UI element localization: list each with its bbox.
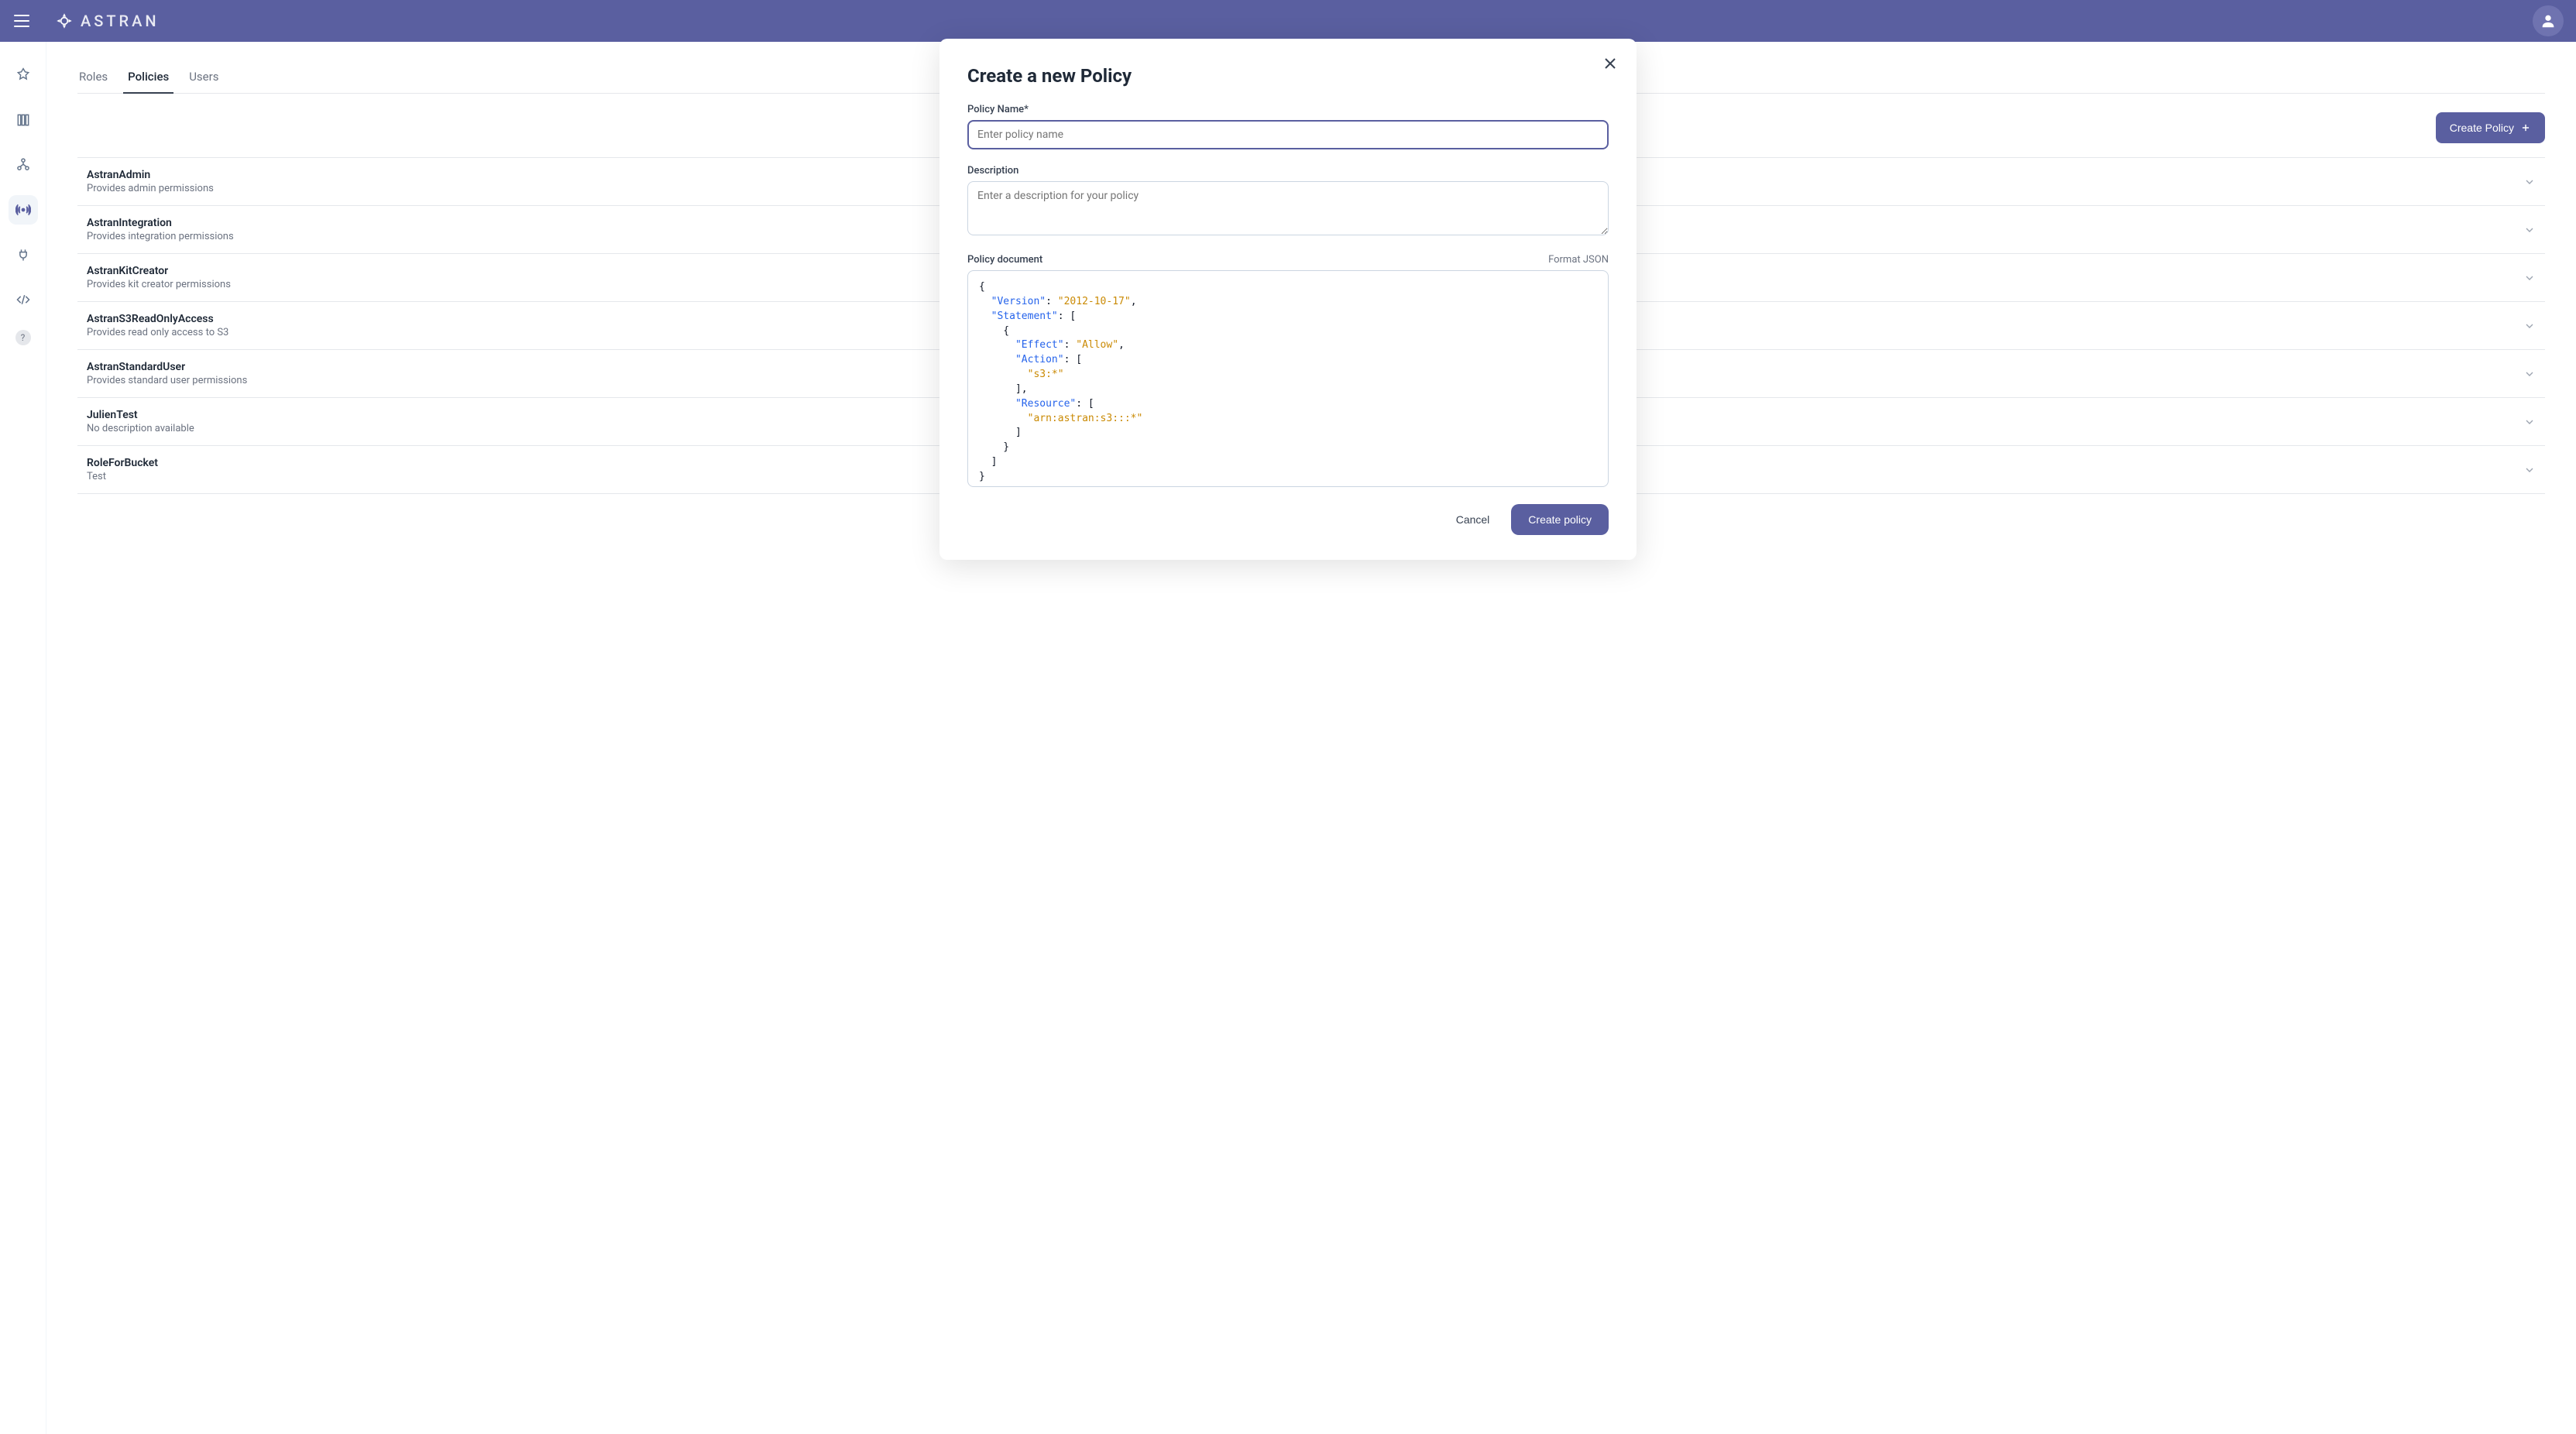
description-label: Description <box>967 165 1609 177</box>
close-icon[interactable] <box>1601 54 1619 73</box>
modal-title: Create a new Policy <box>967 65 1609 87</box>
create-policy-modal: Create a new Policy Policy Name* Descrip… <box>939 39 1637 560</box>
create-policy-submit-button[interactable]: Create policy <box>1511 504 1609 535</box>
cancel-button[interactable]: Cancel <box>1445 504 1501 535</box>
description-input[interactable] <box>967 181 1609 235</box>
policy-document-editor[interactable]: { "Version": "2012-10-17", "Statement": … <box>967 270 1609 487</box>
policy-document-label: Policy document <box>967 254 1042 266</box>
modal-overlay: Create a new Policy Policy Name* Descrip… <box>0 0 2576 1434</box>
policy-name-label: Policy Name* <box>967 104 1609 115</box>
policy-name-input[interactable] <box>967 120 1609 149</box>
format-json-button[interactable]: Format JSON <box>1548 254 1609 266</box>
